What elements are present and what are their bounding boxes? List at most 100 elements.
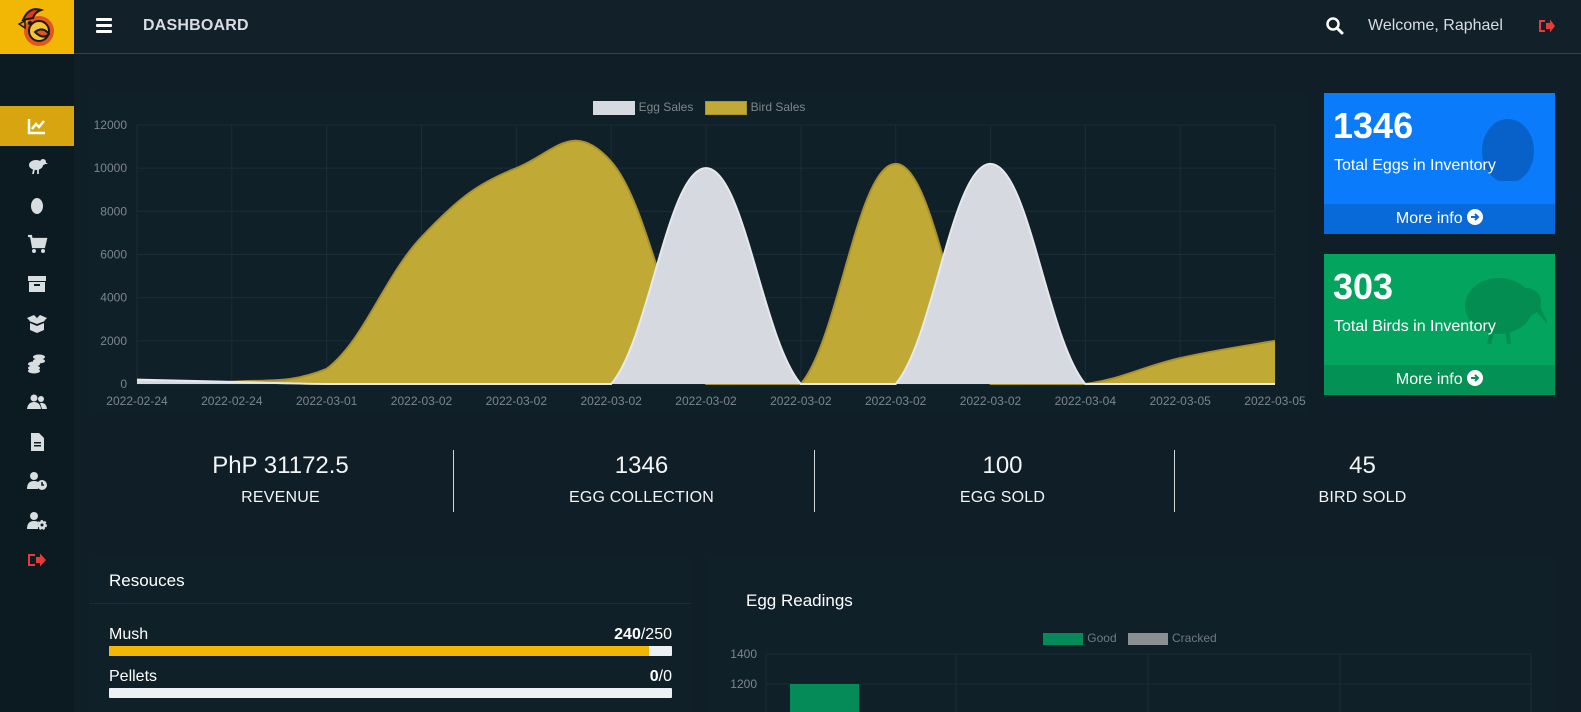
x-tick-label: 2022-03-02	[865, 394, 927, 408]
y-tick-label: 4000	[100, 291, 127, 305]
arrow-circle-right-icon	[1467, 209, 1484, 225]
rooster-logo-icon	[17, 8, 54, 46]
file-icon	[31, 433, 44, 451]
y-tick-label: 2000	[100, 334, 127, 348]
y-tick-label: 8000	[100, 204, 127, 218]
y-tick-label: 6000	[100, 248, 127, 262]
sidebar	[0, 54, 74, 712]
sidebar-item-dashboard[interactable]	[0, 106, 74, 146]
sidebar-item-inventory[interactable]	[0, 303, 74, 343]
sidebar-item-users[interactable]	[0, 382, 74, 422]
resource-current: 0	[649, 668, 659, 685]
x-tick-label: 2022-02-24	[106, 394, 168, 408]
panel-divider	[89, 603, 691, 604]
x-tick-label: 2022-03-02	[486, 394, 548, 408]
user-clock-icon	[27, 472, 47, 490]
x-tick-label: 2022-03-02	[770, 394, 832, 408]
search-icon[interactable]	[1326, 17, 1344, 35]
more-info-label: More info	[1395, 210, 1463, 227]
app-logo[interactable]	[0, 0, 74, 54]
bird-icon	[1463, 274, 1549, 349]
more-info-label: More info	[1395, 371, 1463, 388]
resource-total: /250	[640, 626, 672, 643]
bar-good	[790, 684, 859, 712]
y-tick-label: 1200	[730, 677, 757, 691]
resource-name: Mush	[109, 626, 149, 643]
stat-bird-sold: 45 BIRD SOLD	[1182, 450, 1543, 512]
x-tick-label: 2022-03-04	[1055, 394, 1117, 408]
stat-divider	[814, 450, 815, 512]
stat-divider	[1174, 450, 1175, 512]
info-box-birds: 303 Total Birds in Inventory More info	[1324, 254, 1555, 395]
progress-fill	[109, 646, 650, 656]
chart-line-icon	[27, 119, 45, 135]
sidebar-item-user-logs[interactable]	[0, 461, 74, 501]
info-box-eggs: 1346 Total Eggs in Inventory More info	[1324, 93, 1555, 234]
info-box-value: 303	[1333, 266, 1394, 307]
arrow-circle-right-icon	[1467, 370, 1484, 386]
stat-label: BIRD SOLD	[1318, 489, 1407, 506]
x-tick-label: 2022-02-24	[201, 394, 263, 408]
stat-value: 45	[1349, 452, 1376, 479]
stat-label: REVENUE	[241, 489, 320, 506]
stat-divider	[453, 450, 454, 512]
info-box-label: Total Birds in Inventory	[1334, 318, 1496, 335]
y-tick-label: 1400	[730, 647, 757, 661]
sidebar-item-archive[interactable]	[0, 264, 74, 304]
x-tick-label: 2022-03-05	[1244, 394, 1306, 408]
resource-current: 240	[614, 626, 641, 643]
resource-count: 240/250	[614, 626, 672, 644]
sales-chart: 12000 10000 8000 6000 4000 2000 0 2022-02-24 202…	[94, 118, 1306, 408]
resources-panel: Resouces Mush 240/250 Pellets 0/0	[89, 558, 691, 712]
y-tick-label: 10000	[94, 161, 128, 175]
stat-value: 1346	[614, 452, 669, 479]
y-tick-label: 0	[120, 377, 127, 391]
sidebar-item-logout[interactable]	[0, 540, 74, 580]
sidebar-item-user-settings[interactable]	[0, 501, 74, 541]
sidebar-item-finance[interactable]	[0, 343, 74, 383]
stat-label: EGG COLLECTION	[568, 489, 715, 506]
egg-readings-panel: Egg Readings Good Cracked 1400 1200	[706, 558, 1554, 712]
logout-icon[interactable]	[1538, 17, 1556, 35]
resource-row-pellets: Pellets 0/0	[109, 668, 672, 698]
egg-readings-chart: 1400 1200	[730, 647, 1532, 712]
resource-row-mush: Mush 240/250	[109, 626, 672, 656]
x-tick-label: 2022-03-02	[675, 394, 737, 408]
archive-icon	[28, 276, 46, 292]
more-info-link[interactable]: More info	[1324, 204, 1555, 234]
top-bar: DASHBOARD Welcome, Raphael	[0, 0, 1581, 54]
x-tick-label: 2022-03-05	[1149, 394, 1211, 408]
x-tick-label: 2022-03-02	[391, 394, 453, 408]
info-box-value: 1346	[1333, 105, 1414, 146]
resource-progress-bar	[109, 688, 672, 698]
user-gear-icon	[27, 512, 47, 530]
resource-name: Pellets	[109, 668, 158, 685]
users-icon	[27, 394, 47, 409]
resource-progress-bar	[109, 646, 672, 656]
x-tick-label: 2022-03-02	[960, 394, 1022, 408]
resource-total: /0	[658, 668, 672, 685]
stat-revenue: PhP 31172.5 REVENUE	[100, 450, 461, 512]
y-tick-label: 12000	[94, 118, 128, 132]
page-title: DASHBOARD	[143, 17, 249, 34]
hamburger-menu-icon[interactable]	[96, 18, 112, 33]
stat-value: PhP 31172.5	[212, 452, 349, 479]
welcome-text: Welcome, Raphael	[1368, 17, 1503, 34]
box-open-icon	[27, 315, 47, 333]
stat-value: 100	[982, 452, 1023, 479]
resources-title: Resouces	[109, 571, 185, 590]
sales-chart-panel: Egg Sales Bird Sales 12000 10000 8000 6000 4…	[89, 94, 1309, 414]
sidebar-item-reports[interactable]	[0, 422, 74, 462]
egg-icon	[31, 198, 43, 214]
sidebar-item-eggs[interactable]	[0, 185, 74, 225]
stats-row: PhP 31172.5 REVENUE 1346 EGG COLLECTION …	[100, 450, 1545, 514]
info-box-label: Total Eggs in Inventory	[1334, 157, 1496, 174]
coins-icon	[28, 354, 45, 374]
x-tick-label: 2022-03-02	[580, 394, 642, 408]
stat-egg-collection: 1346 EGG COLLECTION	[461, 450, 822, 512]
logout-icon	[28, 553, 46, 567]
sidebar-item-birds[interactable]	[0, 145, 74, 185]
more-info-link[interactable]: More info	[1324, 365, 1555, 395]
sidebar-item-sales[interactable]	[0, 224, 74, 264]
stat-label: EGG SOLD	[959, 489, 1046, 506]
